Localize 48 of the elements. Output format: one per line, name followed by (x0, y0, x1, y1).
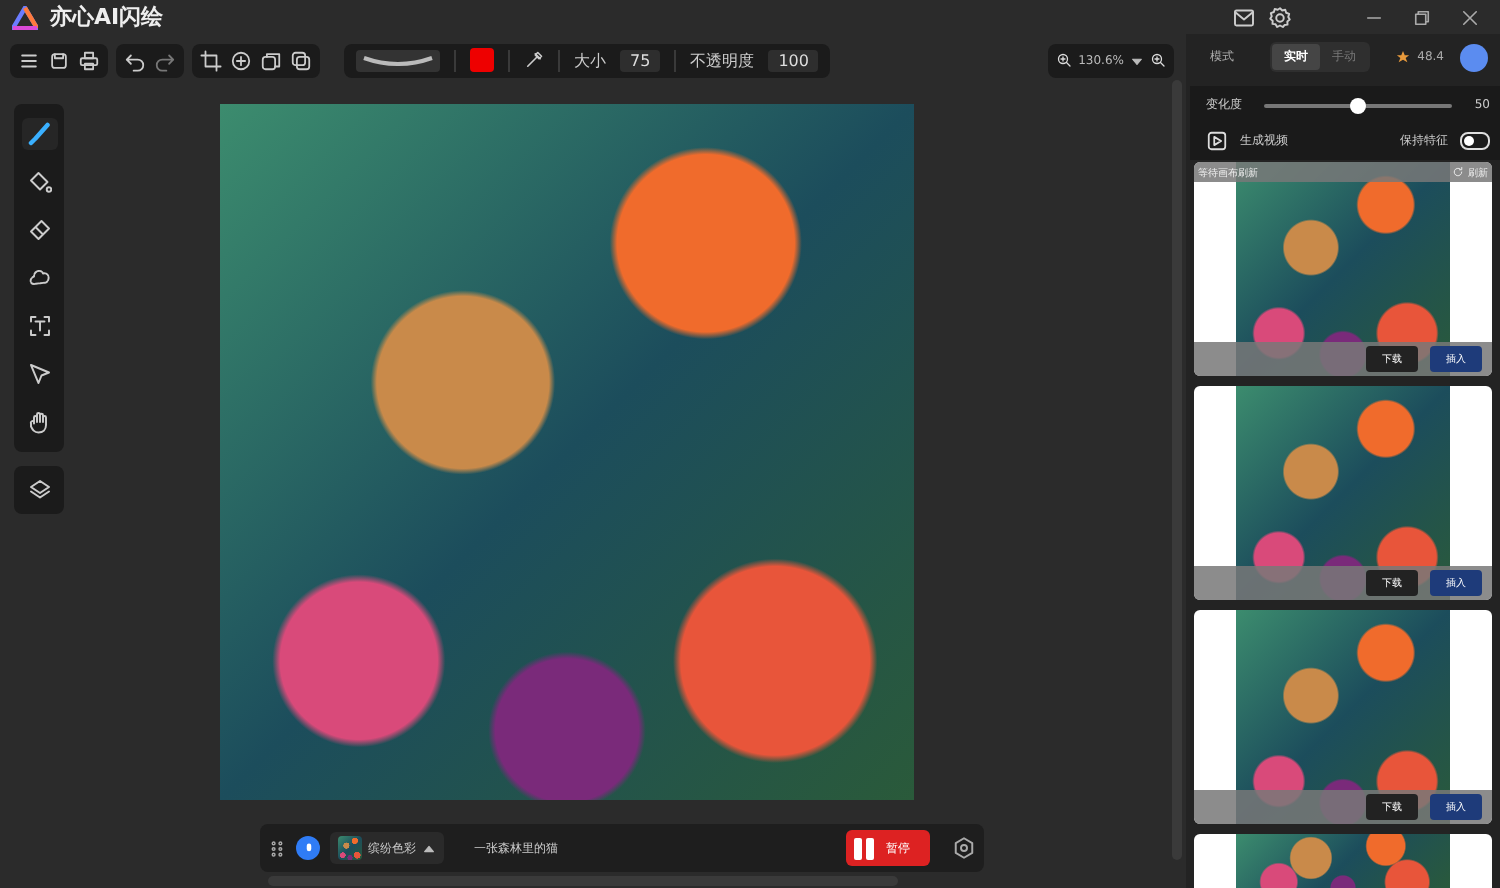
paint-bucket-icon[interactable] (27, 170, 51, 194)
close-icon[interactable] (1460, 7, 1480, 27)
redo-icon[interactable] (154, 49, 176, 71)
tool-button[interactable] (21, 118, 57, 150)
restore-icon[interactable] (1412, 7, 1432, 27)
crop-icon[interactable] (200, 49, 222, 71)
copy-icon[interactable] (260, 49, 282, 71)
color-swatch[interactable] (470, 48, 494, 72)
caret-icon[interactable] (422, 841, 436, 855)
opacity-input[interactable]: 100 (768, 49, 819, 71)
style-thumbnail (338, 836, 362, 860)
stroke-preview[interactable] (356, 49, 440, 71)
layers-button[interactable] (14, 466, 64, 514)
plus-circle-icon[interactable] (230, 49, 252, 71)
text-frame-icon[interactable] (27, 314, 51, 338)
printer-icon[interactable] (78, 49, 100, 71)
star-icon (1395, 50, 1410, 64)
pointer-icon[interactable] (27, 362, 51, 386)
logo-icon (12, 5, 38, 29)
brush-stroke-icon (362, 54, 434, 66)
zoom-icon[interactable] (1150, 52, 1166, 68)
mail-icon[interactable] (1232, 5, 1256, 29)
eyedropper-icon[interactable] (524, 50, 544, 70)
hand-icon[interactable] (27, 410, 51, 434)
slider-thumb[interactable] (1350, 97, 1367, 113)
size-label: 大小 (574, 49, 606, 71)
opacity-label: 不透明度 (690, 49, 755, 71)
zoom-icon[interactable] (1056, 52, 1073, 68)
microphone-button[interactable] (296, 836, 320, 860)
avatar[interactable] (1460, 43, 1488, 71)
squares-icon[interactable] (290, 49, 312, 71)
undo-icon[interactable] (124, 49, 146, 71)
layers-icon[interactable] (27, 478, 51, 502)
toggle-switch[interactable] (1460, 132, 1490, 150)
hexagon-icon[interactable] (952, 836, 976, 860)
drag-handle-icon[interactable] (268, 839, 286, 857)
menu-icon[interactable] (18, 49, 40, 71)
app-title: 亦心AI闪绘 (50, 2, 164, 32)
caret-icon[interactable] (1130, 53, 1144, 67)
pause-icon (854, 837, 874, 859)
cloud-shape-icon[interactable] (27, 266, 51, 290)
save-icon[interactable] (48, 49, 70, 71)
size-input[interactable]: 75 (620, 49, 661, 71)
vertical-scrollbar[interactable] (1172, 80, 1182, 860)
eraser-icon[interactable] (27, 218, 51, 242)
brush-icon[interactable] (27, 122, 51, 146)
video-icon[interactable] (1206, 130, 1228, 152)
settings-icon[interactable] (1268, 5, 1292, 29)
